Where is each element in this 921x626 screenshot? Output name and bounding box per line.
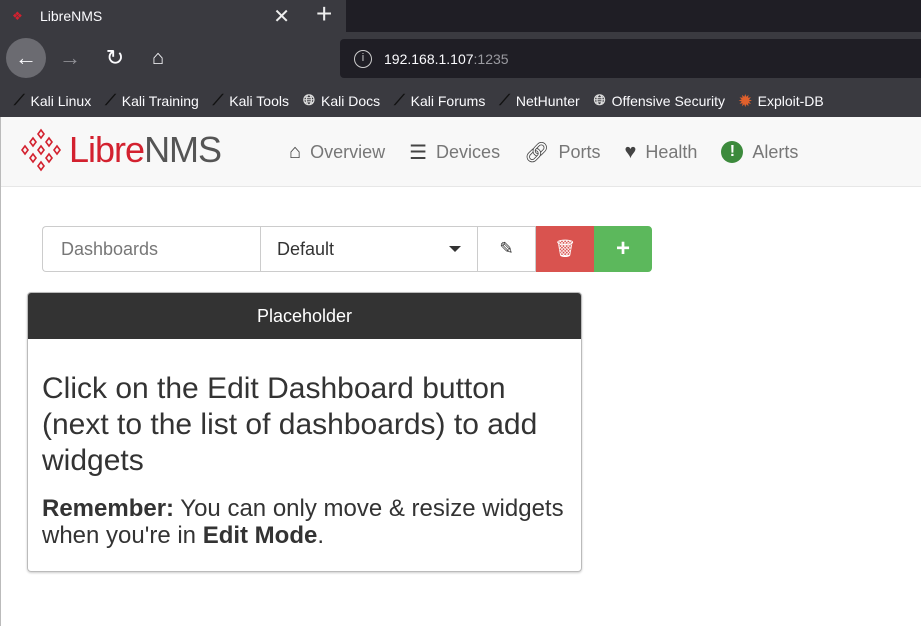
delete-dashboard-button[interactable]: 🗑︎: [536, 226, 594, 272]
nav-health[interactable]: ♥ Health: [624, 141, 697, 164]
bookmark-kali-docs[interactable]: 🌐︎ Kali Docs: [303, 92, 380, 109]
kali-dragon-icon: ⟋: [212, 92, 224, 109]
edit-mode-text: Edit Mode: [202, 522, 318, 549]
nav-overview[interactable]: ⌂ Overview: [289, 141, 385, 164]
bookmark-exploit-db[interactable]: ✹ Exploit-DB: [739, 92, 824, 110]
kali-dragon-icon: ⟋: [394, 92, 405, 109]
bookmark-label: Kali Forums: [410, 92, 486, 109]
add-dashboard-button[interactable]: +: [594, 226, 652, 272]
kali-dragon-icon: ⟋: [499, 92, 510, 109]
bookmark-label: Exploit-DB: [757, 92, 824, 109]
widget-heading: Click on the Edit Dashboard button (next…: [42, 372, 538, 477]
browser-tab[interactable]: ❖ LibreNMS ✕: [0, 0, 346, 32]
bookmarks-bar: ⟋ Kali Linux ⟋ Kali Training ⟋ Kali Tools 🌐…: [0, 84, 921, 117]
caret-down-icon: [449, 246, 461, 252]
bookmark-label: Kali Tools: [229, 92, 289, 109]
logo-libre: Libre: [69, 129, 145, 170]
trash-icon: 🗑︎: [554, 239, 576, 258]
nav-devices[interactable]: ☰ Devices: [409, 140, 500, 165]
heartbeat-icon: ♥: [624, 140, 637, 163]
globe-icon: 🌐︎: [593, 92, 606, 109]
bookmark-kali-forums[interactable]: ⟋ Kali Forums: [394, 92, 485, 109]
browser-toolbar: ← → ↻ ⌂ i 192.168.1.107:1235: [0, 32, 921, 84]
nav-label: Devices: [436, 141, 501, 162]
bookmark-offensive-security[interactable]: 🌐︎ Offensive Security: [594, 92, 725, 109]
bookmark-label: Kali Training: [121, 92, 199, 109]
kali-dragon-icon: ⟋: [14, 92, 25, 109]
nav-label: Ports: [558, 141, 601, 162]
widget-body: Click on the Edit Dashboard button (next…: [28, 339, 581, 549]
dashboards-label: Dashboards: [42, 226, 260, 272]
address-bar[interactable]: i 192.168.1.107:1235: [340, 39, 921, 78]
librenms-navbar: LibreNMS ⌂ Overview ☰ Devices 🔗︎ Ports ♥ Hea…: [1, 117, 921, 187]
nav-label: Alerts: [752, 141, 799, 162]
nav-alerts[interactable]: ! Alerts: [721, 141, 798, 163]
bookmark-label: Offensive Security: [611, 92, 726, 109]
placeholder-widget: Placeholder Click on the Edit Dashboard …: [27, 292, 582, 572]
close-tab-icon[interactable]: ✕: [273, 4, 290, 29]
dashboard-selected-value: Default: [277, 238, 335, 259]
new-tab-icon[interactable]: +: [316, 0, 332, 30]
bookmark-kali-tools[interactable]: ⟋ Kali Tools: [213, 92, 289, 109]
dashboard-select[interactable]: Default: [260, 226, 478, 272]
logo-nms: NMS: [144, 129, 222, 170]
nav-label: Health: [645, 141, 698, 162]
exploitdb-icon: ✹: [739, 92, 752, 110]
widget-remember-text: Remember: You can only move & resize wid…: [42, 495, 567, 549]
browser-tab-bar: ❖ LibreNMS ✕ +: [0, 0, 921, 32]
reload-button[interactable]: ↻: [95, 38, 135, 78]
nav-label: Overview: [310, 141, 386, 162]
remember-label: Remember:: [42, 495, 175, 522]
page-content: LibreNMS ⌂ Overview ☰ Devices 🔗︎ Ports ♥ Hea…: [0, 117, 921, 626]
period: .: [317, 522, 325, 549]
librenms-logo[interactable]: LibreNMS: [19, 128, 222, 172]
edit-icon: ✎: [499, 239, 514, 258]
bookmark-kali-linux[interactable]: ⟋ Kali Linux: [14, 92, 91, 109]
widget-title: Placeholder: [28, 293, 581, 339]
kali-dragon-icon: ⟋: [105, 92, 116, 109]
bookmark-label: NetHunter: [515, 92, 580, 109]
bookmark-label: Kali Linux: [30, 92, 92, 109]
librenms-logo-icon: [21, 128, 61, 172]
url-host: 192.168.1.107: [384, 50, 474, 67]
home-icon: ⌂: [289, 140, 302, 163]
server-icon: ☰: [409, 141, 428, 164]
bookmark-kali-training[interactable]: ⟋ Kali Training: [105, 92, 199, 109]
link-icon: 🔗︎: [524, 141, 550, 164]
tab-title: LibreNMS: [40, 8, 103, 24]
back-button[interactable]: ←: [6, 38, 46, 78]
plus-icon: +: [615, 235, 630, 262]
exclamation-circle-icon: !: [721, 141, 744, 163]
bookmark-label: Kali Docs: [320, 92, 381, 109]
info-icon[interactable]: i: [354, 49, 372, 68]
globe-icon: 🌐︎: [302, 92, 315, 109]
nav-ports[interactable]: 🔗︎ Ports: [524, 140, 600, 165]
edit-dashboard-button[interactable]: ✎: [478, 226, 536, 272]
home-button[interactable]: ⌂: [138, 38, 178, 78]
main-nav: ⌂ Overview ☰ Devices 🔗︎ Ports ♥ Health ! Aler…: [289, 117, 798, 187]
forward-button[interactable]: →: [50, 38, 90, 78]
librenms-favicon-icon: ❖: [12, 9, 23, 23]
logo-text: LibreNMS: [69, 129, 222, 171]
url-port: :1235: [473, 50, 509, 67]
bookmark-nethunter[interactable]: ⟋ NetHunter: [499, 92, 579, 109]
dashboard-controls: Dashboards Default ✎ 🗑︎ +: [42, 226, 652, 272]
